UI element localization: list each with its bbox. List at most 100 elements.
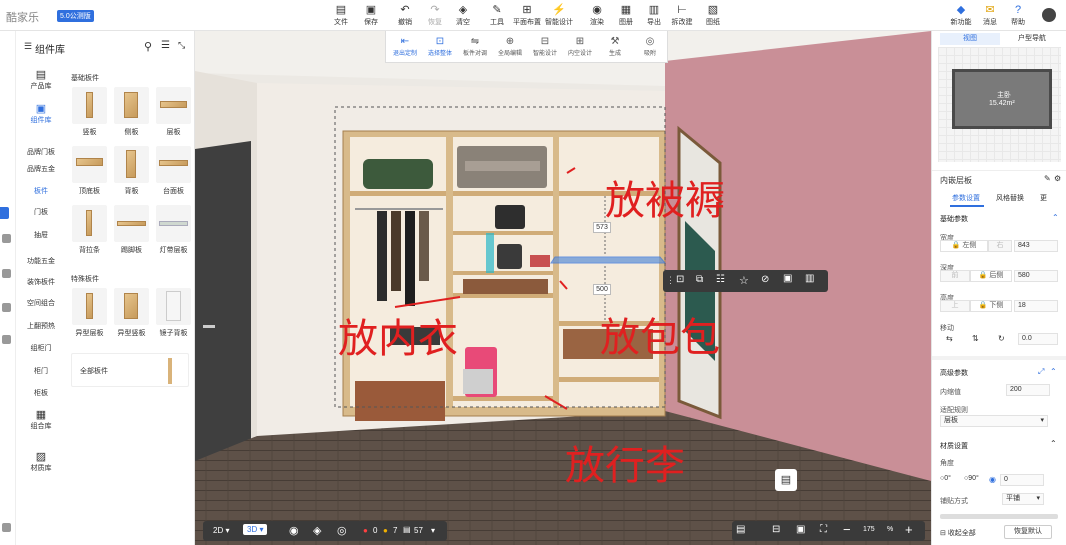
- depth-input[interactable]: 580: [1014, 270, 1058, 282]
- nav-icon-5[interactable]: [2, 523, 11, 532]
- inset-input[interactable]: 200: [1006, 384, 1050, 396]
- toolbar-new-feature-button[interactable]: ◆ 新功能: [948, 3, 974, 27]
- subtool-button[interactable]: ⊟ 智能设计: [528, 35, 562, 57]
- star-icon[interactable]: ☆: [739, 274, 749, 287]
- move-rotate-icon[interactable]: ↻: [998, 334, 1005, 343]
- component-tile[interactable]: 异型竖板: [114, 288, 149, 340]
- category-item[interactable]: 功能五金: [18, 256, 64, 266]
- component-tile[interactable]: 顶底板: [72, 146, 107, 198]
- angle-radio-0[interactable]: ○0°: [940, 475, 951, 482]
- minimap-tab-view[interactable]: 视图: [940, 33, 1000, 45]
- toolbar-redo-button[interactable]: ↷ 恢复: [420, 3, 450, 27]
- paving-select[interactable]: 平铺 ▾: [1002, 493, 1044, 505]
- minimap[interactable]: 主卧 15.42m²: [938, 47, 1061, 162]
- component-tile[interactable]: 灯带层板: [156, 205, 191, 257]
- rule-select[interactable]: 层板 ▾: [940, 415, 1048, 427]
- prop-tab-more[interactable]: 更: [1040, 193, 1047, 203]
- nav-icon-3[interactable]: [2, 303, 11, 312]
- component-tile[interactable]: 竖板: [72, 87, 107, 139]
- toolbar-floorplan-button[interactable]: ⊞ 平面布置: [512, 3, 542, 27]
- subtool-button[interactable]: ⊡ 选择整体: [423, 35, 457, 57]
- compass-icon[interactable]: ◎: [337, 524, 347, 537]
- nav-icon-4[interactable]: [2, 335, 11, 344]
- depth-front-toggle[interactable]: 前: [940, 270, 970, 282]
- all-panels-item[interactable]: 全部板件: [71, 353, 189, 387]
- chevron-down-icon[interactable]: ▾: [431, 526, 435, 535]
- toolbar-export-button[interactable]: ▥ 导出: [639, 3, 669, 27]
- component-tile[interactable]: 背板: [114, 146, 149, 198]
- collapse-icon[interactable]: ⤡: [178, 40, 185, 51]
- move-y-icon[interactable]: ⇅: [972, 334, 979, 343]
- expand-icon[interactable]: ⤢: [1038, 367, 1044, 377]
- toolbar-drawing-button[interactable]: ▧ 图纸: [698, 3, 728, 27]
- chevron-up-icon[interactable]: ⌃: [1052, 213, 1059, 222]
- subtool-button[interactable]: ⚒ 生成: [598, 35, 632, 57]
- align-icon[interactable]: ☷: [716, 274, 725, 285]
- toolbar-file-button[interactable]: ▤ 文件: [326, 3, 356, 27]
- settings-icon[interactable]: ⚙: [1054, 174, 1061, 183]
- toolbar-render-button[interactable]: ◉ 渲染: [582, 3, 612, 27]
- toolbar-album-button[interactable]: ▦ 图册: [611, 3, 641, 27]
- nav-active-indicator[interactable]: [0, 207, 9, 219]
- minimap-tab-floor-nav[interactable]: 户型导航: [1002, 33, 1062, 45]
- height-top-toggle[interactable]: 上: [940, 300, 970, 312]
- zoom-out-icon[interactable]: −: [843, 522, 851, 537]
- prop-tab-style[interactable]: 风格替换: [996, 193, 1024, 203]
- copy-icon[interactable]: ⧉: [696, 274, 703, 285]
- category-item[interactable]: 柜板: [18, 388, 64, 398]
- category-item[interactable]: 品牌门板: [18, 147, 64, 157]
- minimap-room[interactable]: 主卧 15.42m²: [952, 69, 1052, 129]
- error-icon[interactable]: ●: [363, 526, 368, 535]
- toolbar-save-button[interactable]: ▣ 保存: [356, 3, 386, 27]
- clipboard-icon[interactable]: ▤: [736, 524, 745, 535]
- eye-icon[interactable]: ◉: [289, 524, 299, 537]
- toolbar-help-button[interactable]: ? 帮助: [1005, 3, 1031, 27]
- component-tile[interactable]: 踢脚板: [114, 205, 149, 257]
- category-item[interactable]: ▤ 产品库: [18, 69, 64, 91]
- subtool-button[interactable]: ⊕ 全局编辑: [493, 35, 527, 57]
- chevron-up-icon[interactable]: ⌃: [1050, 439, 1057, 448]
- category-item[interactable]: 柜门: [18, 366, 64, 376]
- category-item[interactable]: 门板: [18, 207, 64, 217]
- category-item[interactable]: 板件: [18, 186, 64, 196]
- width-left-toggle[interactable]: 🔒 左侧: [940, 240, 988, 252]
- toolbar-clear-button[interactable]: ◈ 清空: [448, 3, 478, 27]
- zoom-value[interactable]: 175: [863, 526, 875, 533]
- edit-icon[interactable]: ✎: [1044, 174, 1051, 183]
- scroll-indicator[interactable]: [940, 514, 1058, 519]
- toolbar-message-button[interactable]: ✉ 消息: [977, 3, 1003, 27]
- warning-icon[interactable]: ●: [383, 526, 388, 535]
- toolbar-undo-button[interactable]: ↶ 撤销: [390, 3, 420, 27]
- angle-radio-custom[interactable]: ◉: [989, 475, 996, 484]
- delete-icon[interactable]: ▥: [805, 273, 814, 284]
- subtool-button[interactable]: ◎ 吸附: [633, 35, 667, 57]
- component-tile[interactable]: 镜子背板: [156, 288, 191, 340]
- hide-icon[interactable]: ⊘: [761, 274, 769, 285]
- drag-handle-icon[interactable]: ⋮: [666, 275, 675, 286]
- category-item[interactable]: 上翻预热: [18, 321, 64, 331]
- search-icon[interactable]: ⚲: [144, 40, 152, 53]
- component-tile[interactable]: 异型层板: [72, 288, 107, 340]
- category-item[interactable]: ▣ 组件库: [18, 103, 64, 125]
- camera-icon[interactable]: ▣: [796, 524, 805, 535]
- lock-icon[interactable]: ▣: [783, 273, 792, 284]
- frame-icon[interactable]: ⊡: [676, 274, 684, 285]
- items-icon[interactable]: ▤: [403, 525, 411, 534]
- width-right-toggle[interactable]: 右: [988, 240, 1012, 252]
- category-item[interactable]: 空间组合: [18, 298, 64, 308]
- floor-icon[interactable]: ⊟: [772, 524, 780, 535]
- view-3d-button[interactable]: 3D ▾: [243, 524, 268, 535]
- component-tile[interactable]: 背拉条: [72, 205, 107, 257]
- category-item[interactable]: 品牌五金: [18, 164, 64, 174]
- subtool-button[interactable]: ⊞ 内空设计: [563, 35, 597, 57]
- clipboard-button[interactable]: ▤: [775, 469, 797, 491]
- toolbar-tools-button[interactable]: ✎ 工具: [482, 3, 512, 27]
- 3d-viewport[interactable]: ⇤ 退出定制 ⊡ 选择整体 ⇋ 板件对调 ⊕ 全局编辑 ⊟ 智能设计 ⊞ 内空设计 ⚒ 生成 ◎ 吸附 57 3…: [195, 31, 931, 545]
- category-item[interactable]: 抽屉: [18, 230, 64, 240]
- component-tile[interactable]: 侧板: [114, 87, 149, 139]
- width-input[interactable]: 843: [1014, 240, 1058, 252]
- move-x-icon[interactable]: ⇆: [946, 334, 953, 343]
- nav-icon-1[interactable]: [2, 234, 11, 243]
- component-tile[interactable]: 层板: [156, 87, 191, 139]
- dimension-label-500[interactable]: 500: [593, 284, 611, 295]
